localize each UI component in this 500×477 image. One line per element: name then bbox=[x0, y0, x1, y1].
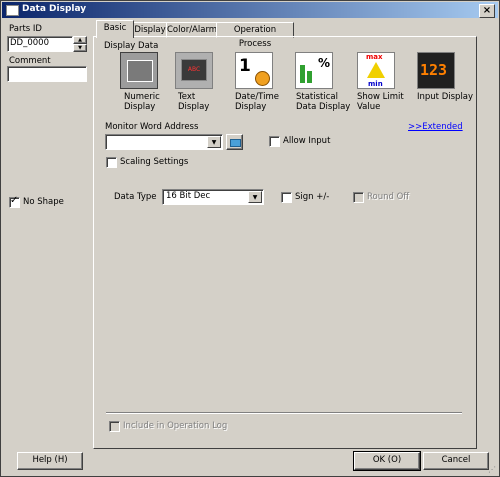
check-icon: ✓ bbox=[10, 195, 19, 206]
monitor-word-address-label: Monitor Word Address bbox=[105, 122, 199, 132]
chevron-down-icon[interactable]: ▼ bbox=[207, 136, 221, 148]
numeric-display-icon bbox=[127, 60, 153, 82]
date-time-display-button[interactable]: 1 bbox=[235, 52, 273, 89]
data-type-label: Data Type bbox=[114, 192, 157, 202]
allow-input-checkbox[interactable] bbox=[269, 136, 280, 147]
statistical-data-display-button[interactable]: % bbox=[295, 52, 333, 89]
date-time-display-icon: 1 bbox=[239, 56, 251, 76]
cancel-button[interactable]: Cancel bbox=[423, 452, 489, 470]
operation-log-checkbox[interactable] bbox=[109, 421, 120, 432]
tab-basic[interactable]: Basic bbox=[96, 20, 134, 38]
sign-checkbox[interactable] bbox=[281, 192, 292, 203]
chevron-down-icon[interactable]: ▼ bbox=[248, 191, 262, 203]
sign-label: Sign +/- bbox=[295, 192, 330, 202]
spin-down-button[interactable]: ▼ bbox=[73, 44, 87, 52]
monitor-address-dropdown[interactable]: ▼ bbox=[105, 134, 223, 150]
max-text: max bbox=[366, 53, 383, 61]
extended-link[interactable]: >>Extended bbox=[408, 122, 463, 132]
statistical-data-display-caption: Statistical Data Display bbox=[296, 92, 351, 112]
input-display-icon: 123 bbox=[420, 61, 448, 79]
close-button[interactable]: × bbox=[479, 4, 495, 18]
numeric-display-caption: Numeric Display bbox=[124, 92, 160, 112]
text-display-icon: ABC bbox=[181, 59, 207, 81]
no-shape-checkbox[interactable]: ✓ bbox=[9, 195, 20, 208]
bar-icon bbox=[307, 71, 312, 83]
resize-grip-icon[interactable]: ⋰ bbox=[488, 465, 498, 475]
title-bar[interactable]: Data Display × bbox=[2, 2, 498, 18]
dialog-window: Data Display × Parts ID DD_0000 ▲ ▼ Comm… bbox=[0, 0, 500, 477]
input-display-button[interactable]: 123 bbox=[417, 52, 455, 89]
show-limit-value-icon bbox=[367, 62, 385, 78]
data-type-dropdown[interactable]: 16 Bit Dec ▼ bbox=[162, 189, 264, 205]
numeric-display-button[interactable] bbox=[120, 52, 158, 89]
window-title: Data Display bbox=[22, 4, 87, 14]
input-display-caption: Input Display bbox=[417, 92, 474, 102]
round-off-checkbox[interactable] bbox=[353, 192, 364, 203]
comment-field[interactable] bbox=[7, 66, 87, 82]
scaling-settings-checkbox[interactable] bbox=[106, 157, 117, 168]
text-display-button[interactable]: ABC bbox=[175, 52, 213, 89]
parts-id-field[interactable]: DD_0000 bbox=[7, 36, 73, 52]
bar-icon bbox=[300, 65, 305, 83]
show-limit-value-caption: Show Limit Value bbox=[357, 92, 404, 112]
parts-id-label: Parts ID bbox=[9, 24, 42, 34]
allow-input-label: Allow Input bbox=[283, 136, 331, 146]
show-limit-value-button[interactable]: max min bbox=[357, 52, 395, 89]
parts-id-value: DD_0000 bbox=[10, 38, 49, 48]
ok-button[interactable]: OK (O) bbox=[353, 451, 421, 471]
clock-icon bbox=[255, 71, 270, 86]
date-time-display-caption: Date/Time Display bbox=[235, 92, 279, 112]
operation-log-label: Include in Operation Log bbox=[123, 421, 228, 431]
scaling-settings-label: Scaling Settings bbox=[120, 157, 189, 167]
spin-up-button[interactable]: ▲ bbox=[73, 36, 87, 44]
min-text: min bbox=[368, 80, 383, 88]
display-data-label: Display Data bbox=[104, 41, 159, 51]
separator bbox=[106, 412, 462, 414]
statistical-data-display-icon: % bbox=[317, 56, 330, 70]
app-icon bbox=[6, 5, 19, 16]
text-display-caption: Text Display bbox=[178, 92, 210, 112]
no-shape-label: No Shape bbox=[23, 197, 64, 207]
keypad-icon bbox=[230, 139, 241, 147]
address-input-button[interactable] bbox=[226, 134, 243, 150]
help-button[interactable]: Help (H) bbox=[17, 452, 83, 470]
comment-label: Comment bbox=[9, 56, 51, 66]
round-off-label: Round Off bbox=[367, 192, 410, 202]
data-type-value: 16 Bit Dec bbox=[166, 191, 211, 201]
